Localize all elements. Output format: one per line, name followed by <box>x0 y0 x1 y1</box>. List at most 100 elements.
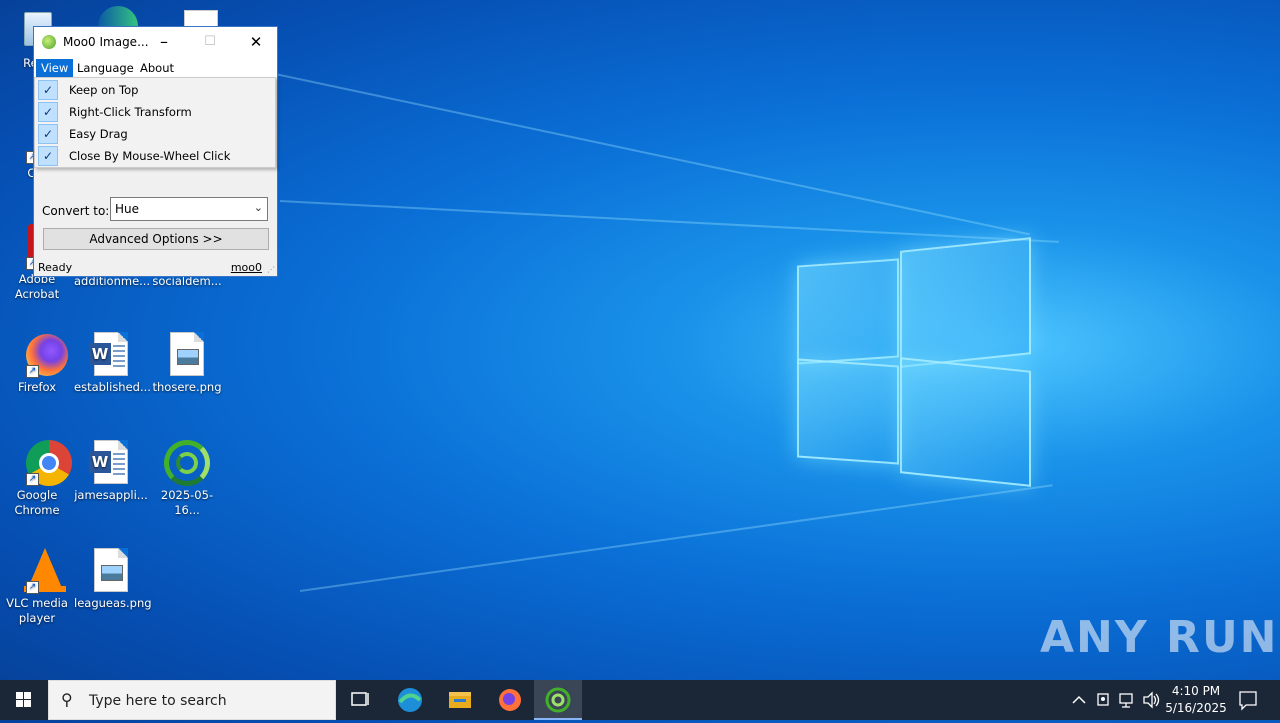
window-title: Moo0 Image... <box>63 35 149 49</box>
desktop-icon-label: 2025-05-16... <box>160 488 214 517</box>
checkmark-icon: ✓ <box>38 146 58 166</box>
page-fold-icon <box>118 440 128 450</box>
page-fold-icon <box>118 548 128 558</box>
firefox-icon <box>499 689 521 711</box>
windows-start-icon <box>16 692 31 707</box>
task-view-icon <box>351 692 369 706</box>
chevron-down-icon: ⌄ <box>253 201 263 214</box>
desktop-icon-label: Firefox <box>17 380 57 394</box>
document-page-icon: W <box>89 332 128 376</box>
maximize-button[interactable]: ☐ <box>187 27 233 57</box>
tray-app-button[interactable] <box>1092 680 1114 720</box>
picture-thumbnail-icon <box>101 565 123 581</box>
word-document-icon: W <box>88 440 134 486</box>
desktop-icon-thosere-png[interactable]: thosere.png <box>150 332 224 395</box>
folder-icon <box>449 692 471 708</box>
speaker-icon <box>1143 691 1160 709</box>
desktop-icon-label: thosere.png <box>152 380 222 394</box>
text-lines-icon <box>113 453 125 478</box>
network-button[interactable] <box>1116 680 1138 720</box>
clock-time: 4:10 PM <box>1171 684 1221 698</box>
word-logo-icon: W <box>89 343 111 365</box>
taskbar-edge[interactable] <box>386 680 434 720</box>
page-fold-icon <box>194 332 204 342</box>
menu-item-label: Right-Click Transform <box>69 105 192 119</box>
convert-to-value: Hue <box>115 202 140 216</box>
window-titlebar[interactable]: Moo0 Image... – ☐ ✕ <box>34 27 277 57</box>
image-file-icon <box>164 332 210 378</box>
moo0-link[interactable]: moo0 <box>231 261 262 274</box>
shortcut-arrow-icon: ↗ <box>26 581 39 594</box>
taskbar: ⚲ Type here to search 4:10 PM 5/16/2025 <box>0 680 1280 720</box>
edge-icon <box>398 688 422 712</box>
clock-date: 5/16/2025 <box>1165 701 1227 715</box>
desktop-icon-google-chrome[interactable]: ↗ Google Chrome <box>0 440 74 518</box>
menu-language[interactable]: Language <box>72 59 139 77</box>
image-file-icon <box>88 548 134 594</box>
view-dropdown-menu: ✓ Keep on Top ✓ Right-Click Transform ✓ … <box>34 77 276 168</box>
search-placeholder: Type here to search <box>89 693 227 709</box>
page-fold-icon <box>118 332 128 342</box>
menu-item-close-by-mouse-wheel[interactable]: ✓ Close By Mouse-Wheel Click <box>37 146 273 166</box>
firefox-icon: ↗ <box>14 332 68 378</box>
search-icon: ⚲ <box>61 690 73 709</box>
desktop-icon-jamesappli[interactable]: W jamesappli... <box>74 440 148 503</box>
taskbar-clock[interactable]: 4:10 PM 5/16/2025 <box>1163 683 1229 717</box>
picture-thumbnail-icon <box>177 349 199 365</box>
taskbar-firefox[interactable] <box>486 680 534 720</box>
resize-grip-icon[interactable]: ⋰ <box>267 265 275 274</box>
moo0-app-icon <box>545 687 571 713</box>
desktop-icon-label: established... <box>74 380 151 394</box>
status-text: Ready <box>38 261 73 274</box>
text-lines-icon <box>113 345 125 370</box>
vlc-icon: ↗ <box>14 548 66 594</box>
taskbar-search-box[interactable]: ⚲ Type here to search <box>48 680 336 720</box>
desktop-icon-vlc[interactable]: ↗ VLC media player <box>0 548 74 626</box>
word-logo-icon: W <box>89 451 111 473</box>
volume-button[interactable] <box>1140 680 1162 720</box>
chevron-up-icon <box>1072 695 1086 704</box>
checkmark-icon: ✓ <box>38 102 58 122</box>
word-document-icon: W <box>88 332 134 378</box>
menu-item-right-click-transform[interactable]: ✓ Right-Click Transform <box>37 102 273 122</box>
taskbar-moo0-active[interactable] <box>534 680 582 720</box>
convert-to-select[interactable]: Hue ⌄ <box>110 197 268 221</box>
menu-item-label: Keep on Top <box>69 83 139 97</box>
menu-about[interactable]: About <box>135 59 179 77</box>
moo0-app-icon <box>42 35 56 49</box>
tray-device-icon <box>1097 693 1109 706</box>
menu-item-easy-drag[interactable]: ✓ Easy Drag <box>37 124 273 144</box>
menu-bar: View Language About <box>34 57 277 78</box>
desktop-icon-label: Google Chrome <box>14 488 60 517</box>
convert-to-label: Convert to: <box>42 204 110 218</box>
desktop-icon-label: jamesappli... <box>74 488 148 502</box>
checkmark-icon: ✓ <box>38 124 58 144</box>
minimize-button[interactable]: – <box>141 27 187 57</box>
menu-item-label: Close By Mouse-Wheel Click <box>69 149 231 163</box>
desktop-icon-label: leagueas.png <box>74 596 152 610</box>
menu-item-label: Easy Drag <box>69 127 128 141</box>
chrome-icon: ↗ <box>14 440 72 486</box>
taskbar-file-explorer[interactable] <box>436 680 484 720</box>
task-view-button[interactable] <box>336 680 384 720</box>
shortcut-arrow-icon: ↗ <box>26 365 39 378</box>
menu-view[interactable]: View <box>36 59 74 77</box>
moo0-app-icon <box>164 440 210 486</box>
desktop-icon-label: VLC media player <box>6 596 68 625</box>
close-button[interactable]: ✕ <box>233 27 279 57</box>
checkmark-icon: ✓ <box>38 80 58 100</box>
notifications-button[interactable] <box>1232 680 1264 720</box>
shortcut-arrow-icon: ↗ <box>26 473 39 486</box>
document-page-icon <box>94 548 128 592</box>
document-page-icon <box>170 332 204 376</box>
desktop-icon-firefox[interactable]: ↗ Firefox <box>0 332 74 395</box>
start-button[interactable] <box>0 680 48 720</box>
document-page-icon: W <box>89 440 128 484</box>
desktop-icon-moo0-file[interactable]: 2025-05-16... <box>150 440 224 518</box>
show-hidden-icons-button[interactable] <box>1068 680 1090 720</box>
advanced-options-button[interactable]: Advanced Options >> <box>43 228 269 250</box>
desktop-icon-established[interactable]: W established... <box>74 332 151 395</box>
anyrun-watermark: ANY RUN <box>1040 612 1279 663</box>
desktop-icon-leagueas-png[interactable]: leagueas.png <box>74 548 152 611</box>
menu-item-keep-on-top[interactable]: ✓ Keep on Top <box>37 80 273 100</box>
